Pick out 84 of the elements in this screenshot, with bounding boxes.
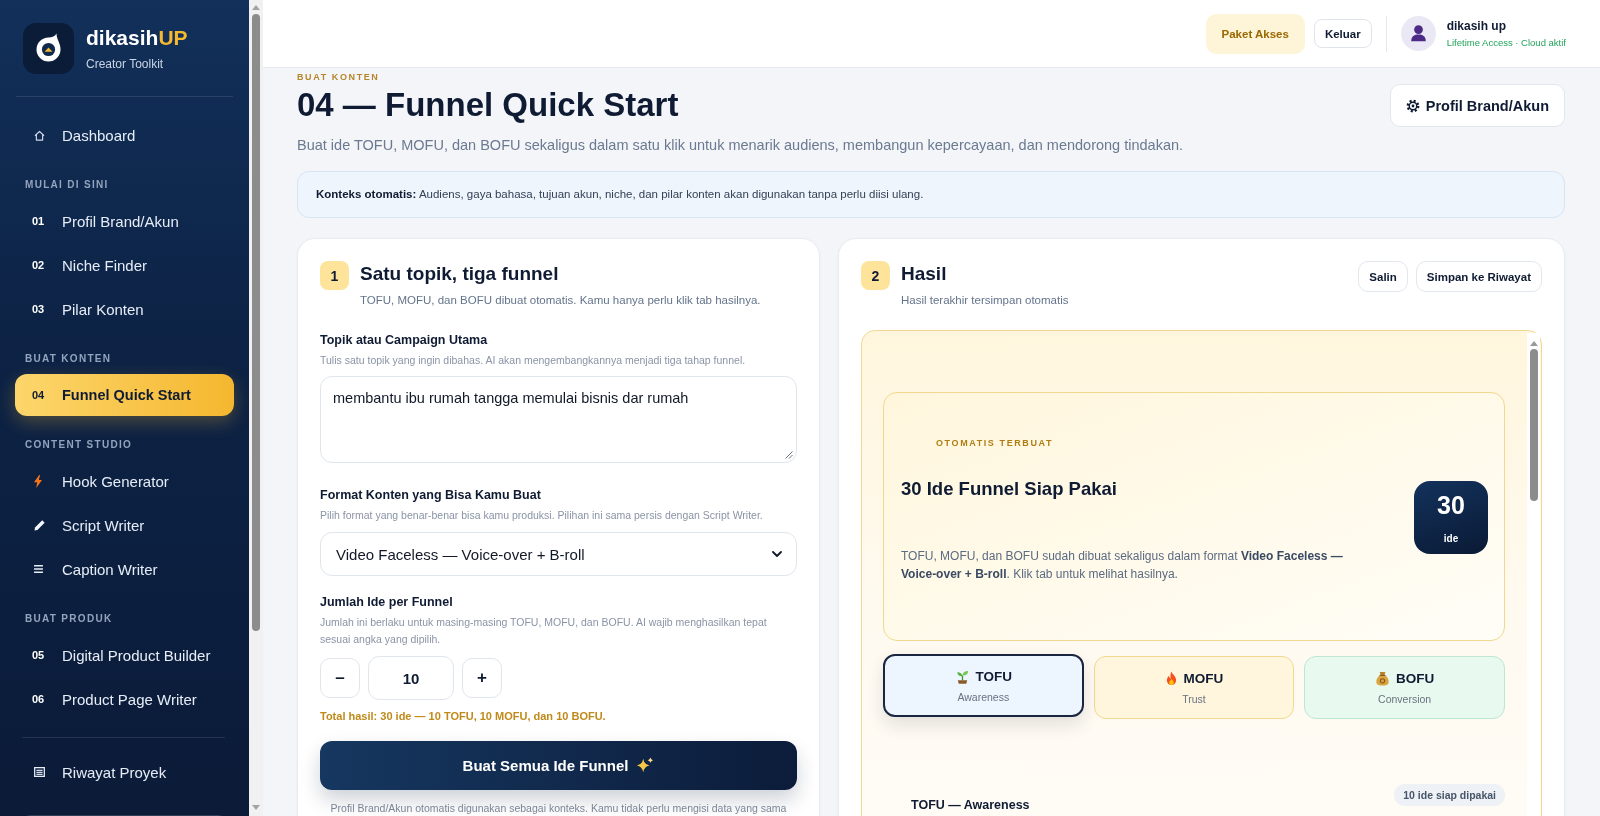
header-button[interactable]: Keluar [1313,19,1372,48]
nav-item[interactable]: 04 Funnel Quick Start [15,374,234,416]
gear-icon[interactable] [1405,98,1420,113]
flame-icon [1164,671,1178,686]
nav-item[interactable]: 03 Pilar Konten [15,288,234,330]
summary-title: 30 Ide Funnel Siap Pakai [901,477,1117,501]
section-label: MULAI DI SINI [25,178,109,192]
scrollbar-thumb[interactable] [1529,349,1538,501]
count-badge: 10 ide siap dipakai [1394,784,1505,806]
nav-item[interactable]: Dashboard [15,114,234,156]
topic-field[interactable]: membantu ibu rumah tangga memulai bisnis dar rumah [320,376,797,463]
scroll-down-icon[interactable] [252,805,260,810]
scrollbar-thumb[interactable] [252,14,260,631]
section-label: CONTENT STUDIO [25,438,133,452]
item-number: 04 [32,389,45,401]
nav-item[interactable]: 06 Product Page Writer [15,678,234,720]
brand-name: dikasihUP [86,26,188,50]
funnel-tab[interactable]: MOFU Trust [1093,656,1295,719]
nav-item[interactable]: Riwayat Proyek [15,751,234,793]
item-number: 05 [32,649,45,661]
format-select[interactable]: Video Faceless — Voice-over + B-roll [320,532,797,576]
resize-grip-icon[interactable] [785,451,793,459]
section-label: BUAT PRODUK [25,612,113,626]
context-note: Konteks otomatis: Audiens, gaya bahasa, tujuan akun, niche, dan pilar konten akan digunakan tanpa perlu diisi ulang. [297,171,1565,218]
section-label: BUAT KONTEN [25,352,112,366]
item-number: 06 [32,693,45,705]
action-button[interactable]: Salin [1358,261,1408,292]
nav-item[interactable]: Script Writer [15,504,234,546]
summary-description: TOFU, MOFU, dan BOFU sudah dibuat sekaligus dalam format Video Faceless — Voice-over + B-roll. Klik tab untuk melihat hasilnya. [901,548,1344,583]
page-subtitle: Buat ide TOFU, MOFU, dan BOFU sekaligus dalam satu klik untuk menarik audiens, membangun kepercayaan, dan mendorong tindakan. [297,136,1184,155]
generate-button[interactable]: Buat Semua Ide Funnel [320,741,797,790]
home-icon [34,129,45,141]
scroll-up-icon[interactable] [1529,341,1538,346]
page-title: 04 — Funnel Quick Start [297,85,679,125]
profile-button[interactable]: Profil Brand/Akun [1389,84,1565,127]
scroll-up-icon[interactable] [252,5,260,10]
nav-item[interactable]: Hook Generator [15,460,234,502]
field-label: Topik atau Campaign Utama [320,332,488,348]
field-label: Format Konten yang Bisa Kamu Buat [320,487,541,503]
card-subtitle: Hasil terakhir tersimpan otomatis [901,293,1069,308]
field-hint: Jumlah ini berlaku untuk masing-masing TOFU, MOFU, dan BOFU. AI wajib menghasilkan tepat sesuai angka yang dipilih. [320,615,768,647]
user-status: Lifetime Access · Cloud aktif [1446,36,1566,49]
increment-button[interactable]: + [462,658,502,698]
seedling-icon [954,669,970,684]
step-badge: 2 [861,261,890,290]
action-button[interactable]: Simpan ke Riwayat [1415,261,1542,292]
count-unit: ide [1443,534,1459,544]
user-name: dikasih up [1446,18,1506,34]
count-number: 30 [1437,493,1465,517]
total-summary: Total hasil: 30 ide — 10 TOFU, 10 MOFU, dan 10 BOFU. [320,709,607,723]
header-button[interactable]: Paket Akses [1205,13,1305,54]
step-badge: 1 [320,261,349,290]
pencil-icon [34,519,46,531]
lightning-icon [34,474,42,488]
field-hint: Pilih format yang benar-benar bisa kamu produksi. Pilihan ini sama persis dengan Script Writer. [320,508,763,522]
card-subtitle: TOFU, MOFU, dan BOFU dibuat otomatis. Kamu hanya perlu klik tab hasilnya. [360,293,761,308]
card-title: Satu topik, tiga funnel [360,262,559,286]
logo-icon [23,23,74,74]
chevron-down-icon[interactable] [772,551,782,557]
item-number: 02 [32,259,45,271]
field-label: Jumlah Ide per Funnel [320,594,453,610]
funnel-tab[interactable]: TOFU Awareness [883,654,1084,717]
section-title: TOFU — Awareness [911,798,1030,812]
decrement-button[interactable]: – [320,658,360,698]
item-number: 01 [32,215,45,227]
nav-item[interactable]: Caption Writer [15,548,234,590]
scrollbar[interactable] [1527,333,1540,816]
nav-item[interactable]: 02 Niche Finder [15,244,234,286]
field-hint: Tulis satu topik yang ingin dibahas. AI akan mengembangkannya menjadi tiga tahap funnel. [320,353,746,367]
funnel-tab[interactable]: BOFU Conversion [1304,656,1505,719]
page-eyebrow: BUAT KONTEN [297,71,380,83]
nav-item[interactable]: 01 Profil Brand/Akun [15,200,234,242]
brand-tagline: Creator Toolkit [86,56,164,72]
count-field[interactable]: 10 [368,656,454,700]
document-icon [34,767,45,777]
summary-eyebrow: OTOMATIS TERBUAT [936,437,1054,449]
list-icon [34,565,43,573]
card-title: Hasil [901,262,947,286]
money-bag-icon [1375,671,1391,686]
item-number: 03 [32,303,45,315]
nav-item[interactable]: 05 Digital Product Builder [15,634,234,676]
avatar-icon [1400,16,1436,51]
scrollbar[interactable] [249,0,263,816]
helper-note: Profil Brand/Akun otomatis digunakan sebagai konteks. Kamu tidak perlu mengisi data yang sama [330,802,787,815]
